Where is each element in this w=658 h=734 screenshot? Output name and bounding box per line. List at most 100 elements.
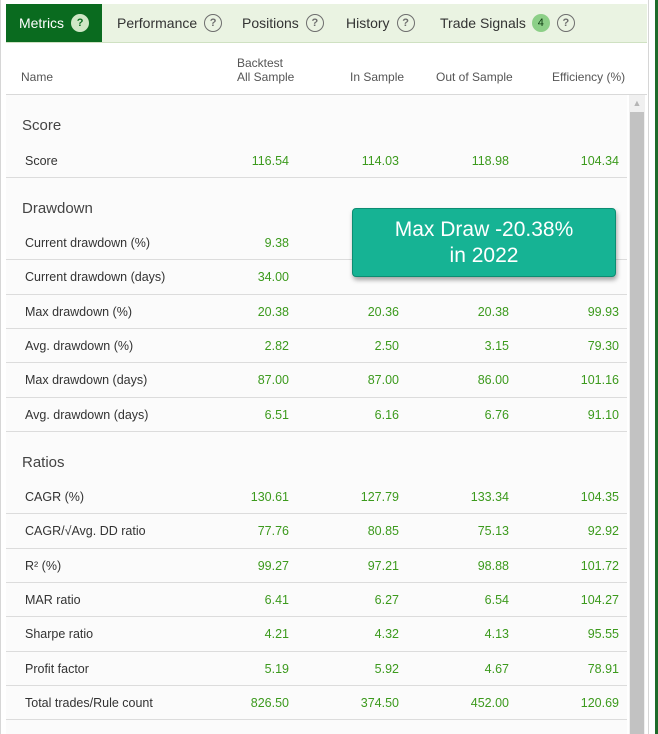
backtest-value: 9.38 xyxy=(264,236,289,250)
column-header-out-of-sample[interactable]: Out of Sample xyxy=(436,42,513,94)
section-divider xyxy=(6,431,627,432)
metric-name: Current drawdown (days) xyxy=(25,270,166,284)
efficiency-value: 104.27 xyxy=(580,593,619,607)
out-of-sample-value: 4.67 xyxy=(484,662,509,676)
in-sample-value: 6.27 xyxy=(374,593,399,607)
tab-bar: Metrics ? Performance ? Positions ? Hist… xyxy=(6,4,647,43)
column-header-backtest[interactable]: Backtest All Sample xyxy=(237,42,294,94)
out-of-sample-value: 133.34 xyxy=(470,490,509,504)
in-sample-value: 374.50 xyxy=(360,696,399,710)
table-row[interactable]: Max drawdown (days) 87.00 87.00 86.00 10… xyxy=(6,363,627,397)
column-header-backtest-line2: All Sample xyxy=(237,70,295,84)
backtest-value: 116.54 xyxy=(251,154,289,168)
table-row[interactable]: Score 116.54 114.03 118.98 104.34 xyxy=(6,144,627,178)
tab-positions[interactable]: Positions ? xyxy=(242,4,324,42)
tab-performance[interactable]: Performance ? xyxy=(117,4,223,42)
in-sample-value: 6.16 xyxy=(374,408,399,422)
help-icon[interactable]: ? xyxy=(204,14,223,32)
metric-name: Max drawdown (days) xyxy=(25,373,148,387)
in-sample-value: 5.92 xyxy=(374,662,399,676)
in-sample-value: 20.36 xyxy=(367,305,399,319)
metric-name: Avg. drawdown (days) xyxy=(25,408,149,422)
out-of-sample-value: 4.13 xyxy=(484,627,509,641)
out-of-sample-value: 86.00 xyxy=(477,373,509,387)
backtest-value: 5.19 xyxy=(264,662,289,676)
section-divider xyxy=(6,177,627,178)
backtest-value: 826.50 xyxy=(250,696,289,710)
efficiency-value: 101.16 xyxy=(580,373,619,387)
efficiency-value: 99.93 xyxy=(587,305,619,319)
max-drawdown-tooltip: Max Draw -20.38% in 2022 xyxy=(352,208,616,277)
backtest-value: 20.38 xyxy=(257,305,289,319)
column-header-in-sample-label: In Sample xyxy=(350,70,405,84)
metric-name: Current drawdown (%) xyxy=(25,236,151,250)
help-icon[interactable]: ? xyxy=(396,14,415,32)
tab-positions-label: Positions xyxy=(242,15,299,31)
metric-name: Score xyxy=(25,154,58,168)
vertical-scrollbar[interactable]: ▲ xyxy=(629,95,645,734)
tab-history[interactable]: History ? xyxy=(346,4,415,42)
column-header-efficiency-label: Efficiency (%) xyxy=(552,70,626,84)
out-of-sample-value: 6.76 xyxy=(484,408,509,422)
backtest-value: 130.61 xyxy=(250,490,289,504)
in-sample-value: 4.32 xyxy=(374,627,399,641)
scroll-up-arrow-icon[interactable]: ▲ xyxy=(629,95,645,111)
table-row[interactable]: Avg. drawdown (days) 6.51 6.16 6.76 91.1… xyxy=(6,398,627,432)
efficiency-value: 101.72 xyxy=(580,559,619,573)
efficiency-value: 95.55 xyxy=(587,627,619,641)
in-sample-value: 80.85 xyxy=(367,524,399,538)
table-row[interactable]: R² (%) 99.27 97.21 98.88 101.72 xyxy=(6,549,627,583)
out-of-sample-value: 75.13 xyxy=(477,524,509,538)
out-of-sample-value: 3.15 xyxy=(484,339,509,353)
table-row[interactable]: CAGR/√Avg. DD ratio 77.76 80.85 75.13 92… xyxy=(6,514,627,548)
metric-name: Total trades/Rule count xyxy=(25,696,153,710)
in-sample-value: 114.03 xyxy=(361,154,399,168)
column-header-out-of-sample-label: Out of Sample xyxy=(436,70,513,84)
backtest-value: 6.41 xyxy=(264,593,289,607)
backtest-value: 2.82 xyxy=(264,339,289,353)
table-row[interactable]: Sharpe ratio 4.21 4.32 4.13 95.55 xyxy=(6,617,627,651)
scrollbar-thumb[interactable] xyxy=(630,112,644,734)
efficiency-value: 78.91 xyxy=(587,662,619,676)
tab-performance-label: Performance xyxy=(117,15,198,31)
table-header: Name Backtest All Sample In Sample Out o… xyxy=(6,42,647,95)
help-icon[interactable]: ? xyxy=(556,14,575,32)
table-row[interactable]: Profit factor 5.19 5.92 4.67 78.91 xyxy=(6,652,627,686)
efficiency-value: 91.10 xyxy=(587,408,619,422)
efficiency-value: 79.30 xyxy=(587,339,619,353)
help-icon[interactable]: ? xyxy=(305,14,324,32)
table-row[interactable]: Avg. drawdown (%) 2.82 2.50 3.15 79.30 xyxy=(6,329,627,363)
backtest-value: 77.76 xyxy=(257,524,289,538)
in-sample-value: 87.00 xyxy=(367,373,399,387)
tab-metrics[interactable]: Metrics ? xyxy=(6,4,102,42)
tooltip-line-2: in 2022 xyxy=(449,244,519,267)
panel-right-border xyxy=(648,0,649,734)
tab-metrics-label: Metrics xyxy=(18,15,65,31)
metric-name: Profit factor xyxy=(25,662,89,676)
tab-history-label: History xyxy=(346,15,390,31)
table-row[interactable]: Total trades/Rule count 826.50 374.50 45… xyxy=(6,686,627,720)
backtest-value: 6.51 xyxy=(264,408,289,422)
metric-name: MAR ratio xyxy=(25,593,81,607)
out-of-sample-value: 98.88 xyxy=(477,559,509,573)
table-row[interactable]: MAR ratio 6.41 6.27 6.54 104.27 xyxy=(6,583,627,617)
column-header-in-sample[interactable]: In Sample xyxy=(350,42,404,94)
tab-trade-signals[interactable]: Trade Signals 4 ? xyxy=(440,4,575,42)
help-icon[interactable]: ? xyxy=(71,14,90,32)
out-of-sample-value: 118.98 xyxy=(471,154,509,168)
metric-name: Max drawdown (%) xyxy=(25,305,132,319)
backtest-value: 4.21 xyxy=(264,627,289,641)
column-header-name[interactable]: Name xyxy=(21,42,53,94)
in-sample-value: 97.21 xyxy=(367,559,399,573)
efficiency-value: 120.69 xyxy=(580,696,619,710)
table-row[interactable]: CAGR (%) 130.61 127.79 133.34 104.35 xyxy=(6,480,627,514)
backtest-value: 87.00 xyxy=(257,373,289,387)
out-of-sample-value: 6.54 xyxy=(484,593,509,607)
column-header-efficiency[interactable]: Efficiency (%) xyxy=(552,42,625,94)
row-divider xyxy=(6,719,627,720)
metrics-table-body: Score Score 116.54 114.03 118.98 104.34 … xyxy=(6,95,627,734)
metric-name: Avg. drawdown (%) xyxy=(25,339,134,353)
metric-name: CAGR/√Avg. DD ratio xyxy=(25,524,146,538)
table-row[interactable]: Max drawdown (%) 20.38 20.36 20.38 99.93 xyxy=(6,295,627,329)
trade-signals-count-badge: 4 xyxy=(531,14,550,32)
